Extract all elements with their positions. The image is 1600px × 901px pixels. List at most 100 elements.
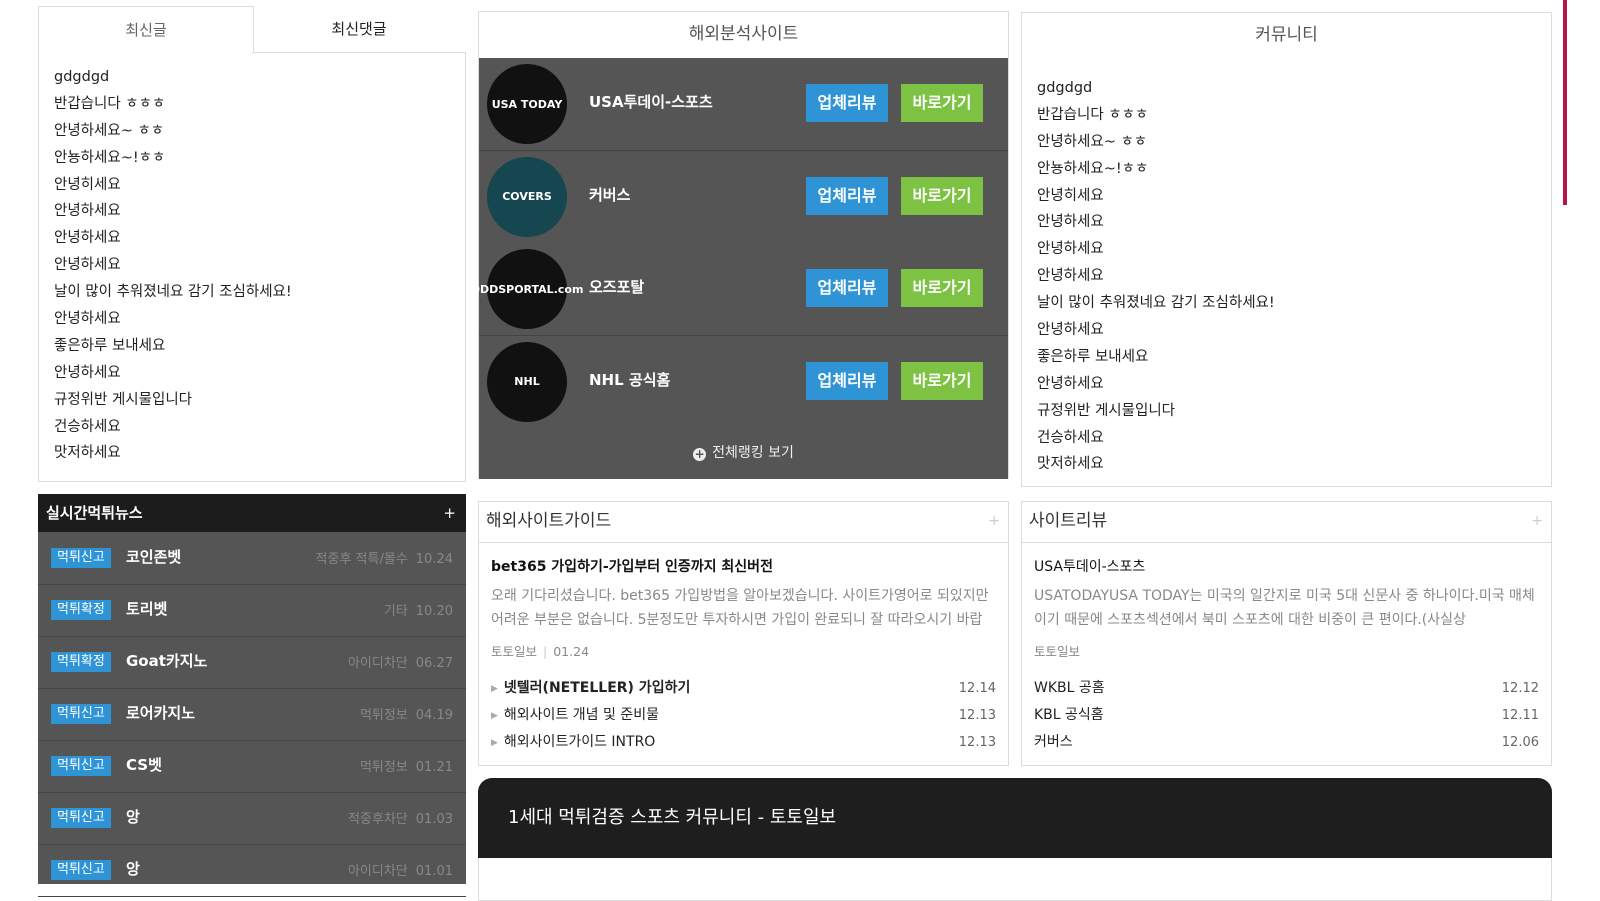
review-link-date: 12.12 bbox=[1501, 681, 1539, 696]
latest-post-item[interactable]: 안녕하세요 bbox=[54, 306, 465, 333]
news-title[interactable]: CS벳 bbox=[126, 754, 162, 775]
guide-featured-title[interactable]: bet365 가입하기-가입부터 인증까지 최신버전 bbox=[491, 556, 773, 576]
news-date: 10.24 bbox=[415, 552, 453, 567]
site-review-button[interactable]: 업체리뷰 bbox=[806, 361, 888, 400]
community-post-item[interactable]: 안녕하세요 bbox=[1037, 209, 1551, 236]
guide-featured-excerpt[interactable]: 오래 기다리셨습니다. bet365 가입방법을 알아보겠습니다. 사이트가영어… bbox=[491, 584, 996, 632]
community-post-item[interactable]: 안녕하세요 bbox=[1037, 263, 1551, 290]
site-review-button[interactable]: 업체리뷰 bbox=[806, 176, 888, 215]
tab-latest-posts[interactable]: 최신글 bbox=[38, 6, 254, 53]
latest-post-item[interactable]: 반갑습니다 ㅎㅎㅎ bbox=[54, 91, 465, 118]
community-post-item[interactable]: 안뇽하세요~!ㅎㅎ bbox=[1037, 156, 1551, 183]
site-name[interactable]: USA투데이-스포츠 bbox=[589, 91, 713, 112]
guide-link-item[interactable]: ▶ 해외사이트 개념 및 준비물 12.13 bbox=[491, 702, 996, 729]
site-review-header: 사이트리뷰 + bbox=[1022, 502, 1551, 543]
site-visit-button[interactable]: 바로가기 bbox=[901, 176, 983, 215]
review-more-icon[interactable]: + bbox=[1531, 502, 1543, 540]
news-title[interactable]: 앙 bbox=[126, 858, 140, 879]
guide-link-item[interactable]: ▶ 넷텔러(NETELLER) 가입하기 12.14 bbox=[491, 675, 996, 702]
community-post-item[interactable]: 좋은하루 보내세요 bbox=[1037, 344, 1551, 371]
community-post-item[interactable]: 반갑습니다 ㅎㅎㅎ bbox=[1037, 102, 1551, 129]
news-category: 먹튀정보 bbox=[359, 760, 408, 775]
site-review-button[interactable]: 업체리뷰 bbox=[806, 269, 888, 307]
news-category: 기타 bbox=[383, 604, 408, 619]
latest-post-item[interactable]: 안녕하세요 bbox=[54, 198, 465, 225]
news-row[interactable]: 먹튀신고 앙 아이디차단 01.01 bbox=[38, 844, 466, 897]
site-name[interactable]: 커버스 bbox=[589, 184, 630, 205]
news-row[interactable]: 먹튀신고 코인존벳 적중후 적특/몰수 10.24 bbox=[38, 532, 466, 585]
news-row[interactable]: 먹튀신고 CS벳 먹튀정보 01.21 bbox=[38, 740, 466, 793]
guide-more-icon[interactable]: + bbox=[988, 502, 1000, 540]
review-featured-excerpt[interactable]: USATODAYUSA TODAY는 미국의 일간지로 미국 5대 신문사 중 … bbox=[1034, 584, 1539, 632]
community-post-item[interactable]: 건승하세요 bbox=[1037, 425, 1551, 452]
review-link-item[interactable]: KBL 공식홈 12.11 bbox=[1034, 702, 1539, 729]
review-link-title[interactable]: 커버스 bbox=[1034, 734, 1073, 750]
guide-featured-author: 토토일보 bbox=[491, 644, 538, 659]
guide-featured-meta: 토토일보 | 01.24 bbox=[491, 641, 589, 660]
latest-post-item[interactable]: 날이 많이 추워졌네요 감기 조심하세요! bbox=[54, 279, 465, 306]
site-visit-button[interactable]: 바로가기 bbox=[901, 269, 983, 307]
news-title[interactable]: 코인존벳 bbox=[126, 546, 181, 567]
news-date: 10.20 bbox=[415, 604, 453, 619]
review-link-title[interactable]: KBL 공식홈 bbox=[1034, 707, 1104, 723]
latest-post-item[interactable]: 안녕하세요~ ㅎㅎ bbox=[54, 118, 465, 145]
latest-post-item[interactable]: 안녕하세요 bbox=[54, 252, 465, 279]
news-row[interactable]: 먹튀확정 토리벳 기타 10.20 bbox=[38, 584, 466, 637]
community-post-item[interactable]: 안녕하세요~ ㅎㅎ bbox=[1037, 129, 1551, 156]
news-status-badge: 먹튀신고 bbox=[51, 860, 111, 880]
review-featured-title[interactable]: USA투데이-스포츠 bbox=[1034, 556, 1145, 576]
guide-link-title[interactable]: 해외사이트가이드 INTRO bbox=[504, 734, 655, 750]
site-logo[interactable]: USA TODAY bbox=[487, 64, 567, 144]
latest-post-item[interactable]: 맛저하세요 bbox=[54, 440, 465, 467]
review-link-title[interactable]: WKBL 공홈 bbox=[1034, 680, 1105, 696]
community-post-item[interactable]: 맛저하세요 bbox=[1037, 451, 1551, 478]
latest-post-item[interactable]: 건승하세요 bbox=[54, 414, 465, 441]
site-visit-button[interactable]: 바로가기 bbox=[901, 361, 983, 400]
review-link-item[interactable]: WKBL 공홈 12.12 bbox=[1034, 675, 1539, 702]
latest-post-item[interactable]: 규정위반 게시물입니다 bbox=[54, 387, 465, 414]
latest-post-item[interactable]: 안녕하세요 bbox=[54, 360, 465, 387]
plus-circle-icon: + bbox=[693, 447, 707, 461]
site-visit-button[interactable]: 바로가기 bbox=[901, 84, 983, 122]
latest-post-item[interactable]: 안녕하세요 bbox=[54, 225, 465, 252]
site-review-button[interactable]: 업체리뷰 bbox=[806, 84, 888, 122]
news-category: 아이디차단 bbox=[347, 656, 408, 671]
all-ranking-link[interactable]: + 전체랭킹 보기 bbox=[479, 428, 1008, 479]
community-post-item[interactable]: 안녕하세요 bbox=[1037, 317, 1551, 344]
realtime-news-title: 실시간먹튀뉴스 bbox=[46, 504, 143, 522]
guide-link-title[interactable]: 넷텔러(NETELLER) 가입하기 bbox=[504, 680, 690, 696]
news-date: 04.19 bbox=[415, 708, 453, 723]
community-post-item[interactable]: 날이 많이 추워졌네요 감기 조심하세요! bbox=[1037, 290, 1551, 317]
news-category: 적중후차단 bbox=[347, 812, 408, 827]
tab-latest-comments[interactable]: 최신댓글 bbox=[252, 6, 466, 53]
guide-link-item[interactable]: ▶ 해외사이트가이드 INTRO 12.13 bbox=[491, 729, 996, 756]
review-link-item[interactable]: 커버스 12.06 bbox=[1034, 729, 1539, 756]
news-title[interactable]: 앙 bbox=[126, 806, 140, 827]
news-title[interactable]: 로어카지노 bbox=[126, 702, 195, 723]
site-logo[interactable]: COVERS bbox=[487, 156, 567, 237]
community-post-item[interactable]: 안녕히세요 bbox=[1037, 183, 1551, 210]
caret-right-icon: ▶ bbox=[491, 684, 498, 694]
latest-post-item[interactable]: 좋은하루 보내세요 bbox=[54, 333, 465, 360]
news-title[interactable]: Goat카지노 bbox=[126, 650, 207, 671]
guide-link-title[interactable]: 해외사이트 개념 및 준비물 bbox=[504, 707, 659, 723]
latest-post-item[interactable]: 안녕히세요 bbox=[54, 172, 465, 199]
news-title[interactable]: 토리벳 bbox=[126, 598, 167, 619]
community-post-item[interactable]: 규정위반 게시물입니다 bbox=[1037, 398, 1551, 425]
news-more-icon[interactable]: + bbox=[443, 494, 456, 532]
news-meta: 아이디차단 01.01 bbox=[340, 860, 453, 879]
news-row[interactable]: 먹튀신고 앙 적중후차단 01.03 bbox=[38, 792, 466, 845]
site-logo[interactable]: ODDSPORTAL.com bbox=[471, 249, 583, 329]
latest-post-item[interactable]: 안뇽하세요~!ㅎㅎ bbox=[54, 145, 465, 172]
site-name[interactable]: NHL 공식홈 bbox=[589, 369, 670, 390]
news-row[interactable]: 먹튀신고 로어카지노 먹튀정보 04.19 bbox=[38, 688, 466, 741]
site-logo[interactable]: NHL bbox=[487, 341, 567, 422]
community-post-item[interactable]: 안녕하세요 bbox=[1037, 371, 1551, 398]
news-row[interactable]: 먹튀확정 Goat카지노 아이디차단 06.27 bbox=[38, 636, 466, 689]
latest-posts-body: gdgdgd 반갑습니다 ㅎㅎㅎ 안녕하세요~ ㅎㅎ 안뇽하세요~!ㅎㅎ 안녕히세요 안녕… bbox=[38, 52, 466, 482]
community-post-item[interactable]: 안녕하세요 bbox=[1037, 236, 1551, 263]
latest-post-item[interactable]: gdgdgd bbox=[54, 64, 465, 91]
site-name[interactable]: 오즈포탈 bbox=[589, 276, 644, 297]
community-post-item[interactable]: gdgdgd bbox=[1037, 75, 1551, 102]
latest-posts-panel: 최신글 최신댓글 gdgdgd 반갑습니다 ㅎㅎㅎ 안녕하세요~ ㅎㅎ 안뇽하세요~!… bbox=[38, 6, 466, 482]
